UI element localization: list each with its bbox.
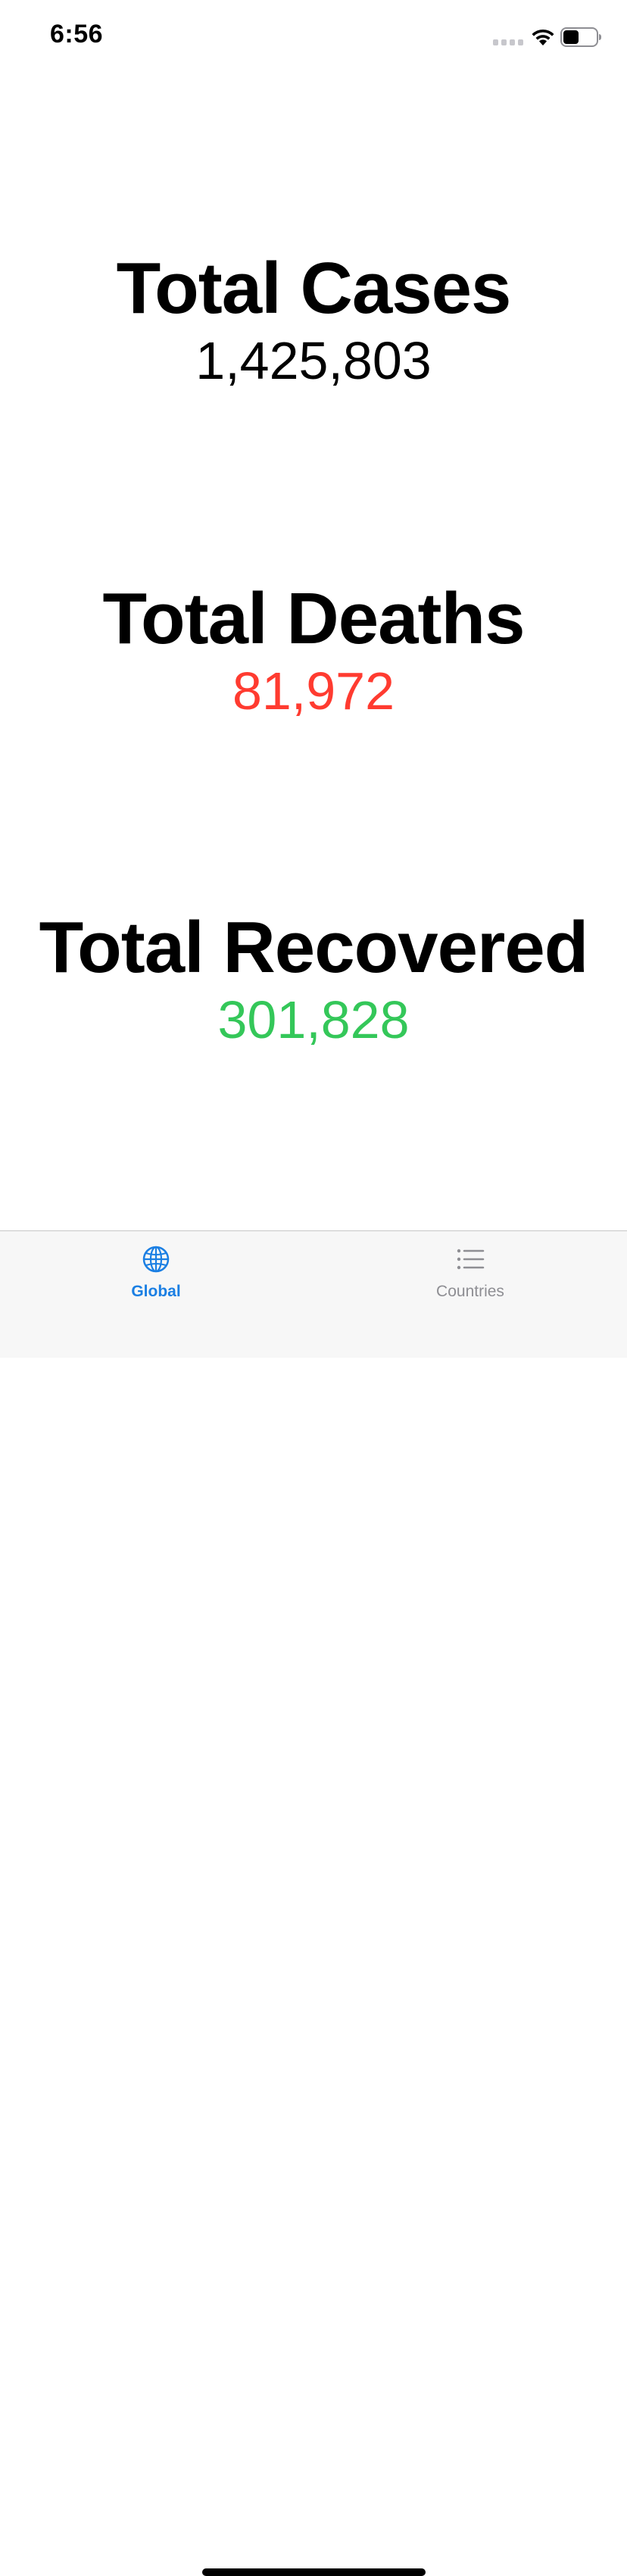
total-deaths-title: Total Deaths (102, 578, 526, 659)
tab-bar: Global Countries (0, 1230, 627, 2576)
tab-countries[interactable]: Countries (402, 1245, 538, 1313)
tab-global[interactable]: Global (88, 1245, 224, 1313)
total-recovered-title: Total Recovered (39, 907, 589, 988)
total-cases-block: Total Cases 1,425,803 (0, 247, 627, 391)
status-time: 6:56 (50, 20, 104, 48)
battery-icon (560, 27, 601, 47)
signal-icon (493, 39, 523, 45)
tab-countries-label: Countries (436, 1283, 504, 1300)
total-recovered-block: Total Recovered 301,828 (0, 906, 627, 1050)
status-bar: 6:56 (0, 0, 627, 76)
total-deaths-value: 81,972 (232, 661, 395, 721)
list-icon (457, 1249, 485, 1270)
total-cases-value: 1,425,803 (195, 331, 432, 390)
wifi-icon (532, 29, 554, 45)
globe-icon (142, 1246, 170, 1273)
total-deaths-block: Total Deaths 81,972 (0, 577, 627, 721)
home-indicator[interactable] (202, 2568, 426, 2576)
tab-global-label: Global (131, 1283, 181, 1300)
total-recovered-value: 301,828 (217, 990, 410, 1049)
total-cases-title: Total Cases (116, 248, 512, 329)
